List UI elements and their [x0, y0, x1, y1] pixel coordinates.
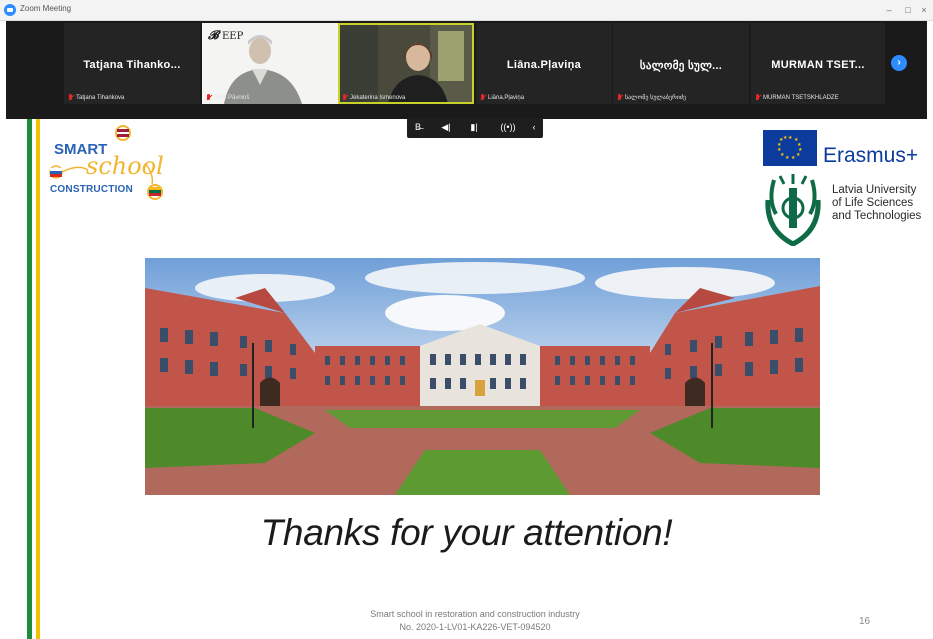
erasmus-label: Erasmus+: [823, 144, 919, 167]
eu-flag-icon: ★ ★ ★ ★ ★ ★ ★ ★ ★ ★ ★ ★: [763, 130, 817, 166]
participant-name: MURMAN TSET...: [771, 59, 865, 71]
participant-tile[interactable]: Liāna.Pļaviņa Liāna.Pļaviņa: [476, 23, 612, 104]
svg-text:★: ★: [783, 135, 788, 141]
volume-icon[interactable]: ◀|: [437, 122, 455, 133]
participant-gallery: Tatjana Tihanko... Tatjana Tihankova 𝓑 E…: [6, 21, 927, 119]
participant-video-feed: 𝓑 EEP: [202, 23, 338, 104]
participant-label: Ilmis Pāvniņš: [206, 93, 249, 103]
zoom-logo-icon: [4, 4, 16, 16]
participant-tile[interactable]: სალომე სულ... სალომე სულაბერიძე: [613, 23, 749, 104]
slide-page-number: 16: [859, 616, 871, 627]
microphone-icon[interactable]: ▮|: [465, 122, 483, 133]
participant-video-tile[interactable]: Jekaterina Ismenova: [338, 23, 474, 104]
chevron-right-icon[interactable]: ›: [891, 55, 907, 71]
annotate-icon[interactable]: B̶: [409, 122, 427, 132]
mic-muted-icon: [755, 94, 761, 102]
smart-school-logo: SMART school CONSTRUCTION: [48, 124, 173, 204]
mic-muted-icon: [68, 94, 74, 102]
mic-muted-icon: [342, 94, 348, 102]
mic-muted-icon: [206, 94, 212, 102]
participant-label: MURMAN TSETSKHLADZE: [755, 93, 839, 103]
participant-video-tile[interactable]: 𝓑 EEP Ilmis Pāvniņš: [202, 23, 338, 104]
palace-photo: [145, 258, 820, 495]
svg-text:★: ★: [788, 135, 793, 141]
overlay-text: EEP: [222, 31, 244, 42]
minimize-button[interactable]: –: [880, 3, 898, 17]
thanks-heading: Thanks for your attention!: [260, 512, 673, 553]
slide-stripe-green: [27, 119, 32, 639]
participant-label: Tatjana Tihankova: [68, 93, 124, 103]
participant-name: სალომე სულ...: [639, 60, 723, 72]
slide-footer: Smart school in restoration and construc…: [370, 609, 580, 632]
mic-muted-icon: [617, 94, 623, 102]
participant-name: Tatjana Tihanko...: [83, 59, 181, 71]
participant-name: Liāna.Pļaviņa: [506, 59, 582, 71]
screen-share-toolbar: B̶ ◀| ▮| ((•)) ‹: [407, 118, 543, 138]
participant-tile[interactable]: Tatjana Tihanko... Tatjana Tihankova: [64, 23, 200, 104]
llu-emblem-icon: [762, 170, 824, 247]
svg-text:★: ★: [785, 155, 790, 161]
participant-label: Jekaterina Ismenova: [342, 93, 405, 103]
participant-video-feed: [338, 23, 474, 104]
logo-school-text: school: [86, 152, 164, 180]
participant-label: Liāna.Pļaviņa: [480, 93, 524, 103]
logo-construction-text: CONSTRUCTION: [50, 184, 133, 195]
university-name: Latvia University of Life Sciences and T…: [832, 184, 922, 222]
window-title: Zoom Meeting: [20, 4, 72, 13]
window-titlebar: Zoom Meeting – □ ×: [0, 0, 933, 21]
participant-label: სალომე სულაბერიძე: [617, 93, 686, 103]
svg-text:★: ★: [791, 155, 796, 161]
svg-text:★: ★: [796, 152, 801, 158]
broadcast-icon[interactable]: ((•)): [495, 122, 521, 132]
close-button[interactable]: ×: [915, 3, 933, 17]
slide-stripe-yellow: [36, 119, 40, 639]
zoom-window: Zoom Meeting – □ × Tatjana Tihanko... Ta…: [0, 0, 933, 639]
mic-muted-icon: [480, 94, 486, 102]
participant-tile[interactable]: MURMAN TSET... MURMAN TSETSKHLADZE: [751, 23, 885, 104]
collapse-icon[interactable]: ‹: [525, 122, 543, 132]
